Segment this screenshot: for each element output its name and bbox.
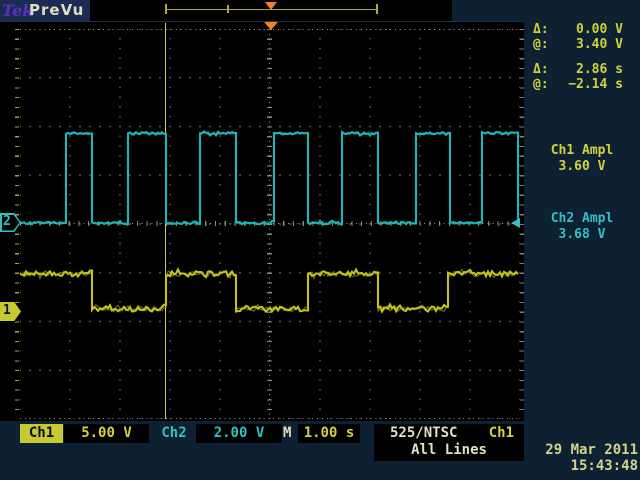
ch1-ampl-label: Ch1 Ampl — [524, 143, 640, 159]
readout-panel: Δ: 0.00 V @: 3.40 V Δ: 2.86 s @: −2.14 s… — [524, 21, 640, 420]
cursor-at-t-value: −2.14 s — [568, 77, 623, 92]
ch2-ampl-value: 3.68 V — [524, 227, 640, 243]
cursor-delta-v-row: Δ: 0.00 V — [524, 22, 640, 37]
time-display: 15:43:48 — [502, 458, 638, 474]
record-view-trigger-icon — [265, 2, 277, 10]
ch2-trace — [20, 131, 518, 224]
timebase-readout: 1.00 s — [298, 424, 360, 443]
timebase-badge: M — [283, 424, 297, 443]
channel1-marker-label: 1 — [3, 302, 11, 320]
cursor-delta-t-value: 2.86 s — [576, 62, 623, 77]
record-view-left-bracket — [165, 4, 167, 14]
cursor-delta-t-label: Δ: — [533, 62, 549, 77]
cursor-delta-v-label: Δ: — [533, 22, 549, 37]
ch2-scale-readout: 2.00 V — [196, 424, 282, 443]
ch2-ampl-label: Ch2 Ampl — [524, 211, 640, 227]
channel1-marker: 1 — [0, 302, 21, 321]
datetime-display: 29 Mar 2011 15:43:48 — [502, 442, 638, 474]
cursor-at-t-row: @: −2.14 s — [524, 77, 640, 92]
waveform-display: 2 1 — [0, 21, 524, 421]
acquisition-status: PreVu — [29, 1, 84, 19]
ch2-badge: Ch2 — [153, 424, 195, 443]
ch1-scale-readout: 5.00 V — [64, 424, 149, 443]
cursor-at-v-value: 3.40 V — [576, 37, 623, 52]
ch1-ampl-readout: Ch1 Ampl 3.60 V — [524, 143, 640, 175]
ch2-ampl-readout: Ch2 Ampl 3.68 V — [524, 211, 640, 243]
cursor-at-v-label: @: — [533, 37, 549, 52]
cursor-delta-t-row: Δ: 2.86 s — [524, 62, 640, 77]
channel2-marker-label: 2 — [3, 213, 11, 231]
logo-box: Tek PreVu — [0, 0, 90, 21]
date-display: 29 Mar 2011 — [502, 442, 638, 458]
ch2-trace — [20, 131, 518, 225]
cursor-delta-v-value: 0.00 V — [576, 22, 623, 37]
oscilloscope-screen: Tek PreVu 2 1 Δ: 0.0 — [0, 0, 640, 480]
trigger-level-icon — [511, 218, 520, 228]
ch1-ampl-value: 3.60 V — [524, 159, 640, 175]
ch1-badge: Ch1 — [20, 424, 63, 443]
cursor-at-v-row: @: 3.40 V — [524, 37, 640, 52]
waveforms-svg — [0, 22, 524, 421]
record-view-right-bracket — [376, 4, 378, 14]
cursor-at-t-label: @: — [533, 77, 549, 92]
ch1-trace — [20, 270, 518, 312]
trigger-position-icon — [264, 22, 278, 30]
record-view-cursor-tick — [227, 5, 229, 13]
channel2-marker: 2 — [0, 213, 21, 232]
